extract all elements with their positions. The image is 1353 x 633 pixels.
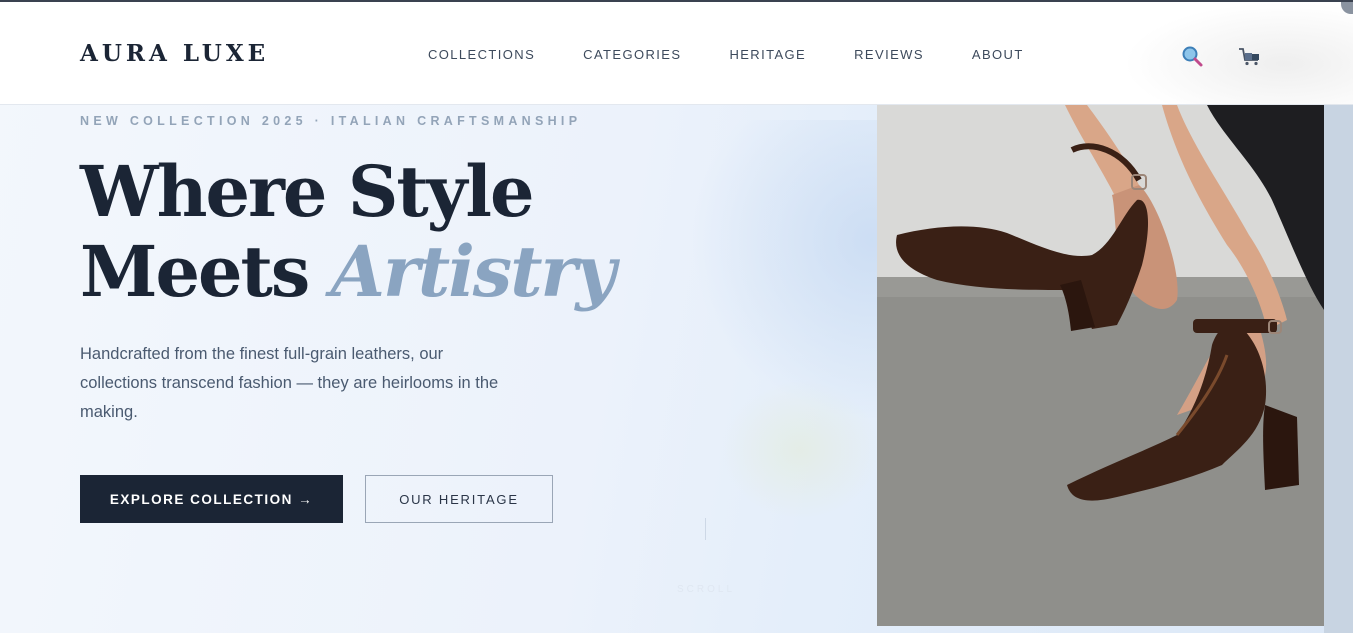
window-corner-indicator — [1341, 2, 1353, 14]
hero-title-line1: Where Style — [80, 150, 535, 233]
right-edge-strip — [1324, 105, 1353, 633]
hero-description: Handcrafted from the finest full-grain l… — [80, 345, 499, 421]
hero-product-image — [877, 105, 1324, 626]
explore-collection-button[interactable]: EXPLORE COLLECTION → — [80, 475, 343, 523]
hero-title-line2: Meets — [80, 230, 331, 313]
nav-reviews[interactable]: REVIEWS — [854, 47, 924, 62]
main-nav: COLLECTIONS CATEGORIES HERITAGE REVIEWS … — [428, 47, 1072, 62]
brand-logo[interactable]: AURA LUXE — [80, 40, 269, 67]
nav-about[interactable]: ABOUT — [972, 47, 1024, 62]
nav-collections[interactable]: COLLECTIONS — [428, 47, 535, 62]
scroll-indicator-label: SCROLL — [677, 584, 736, 595]
hero-title: Where Style Meets Artistry — [80, 150, 616, 313]
hero-title-accent: Artistry — [330, 230, 616, 313]
hero-eyebrow: NEW COLLECTION 2025 · ITALIAN CRAFTSMANS… — [80, 114, 582, 128]
shopping-bag-icon[interactable] — [1236, 44, 1260, 68]
nav-categories[interactable]: CATEGORIES — [583, 47, 681, 62]
our-heritage-button[interactable]: OUR HERITAGE — [365, 475, 553, 523]
scroll-indicator-line — [705, 518, 706, 540]
nav-heritage[interactable]: HERITAGE — [729, 47, 806, 62]
search-icon[interactable] — [1180, 44, 1204, 68]
site-header: AURA LUXE COLLECTIONS CATEGORIES HERITAG… — [0, 2, 1353, 105]
background-glow-green — [720, 380, 880, 520]
